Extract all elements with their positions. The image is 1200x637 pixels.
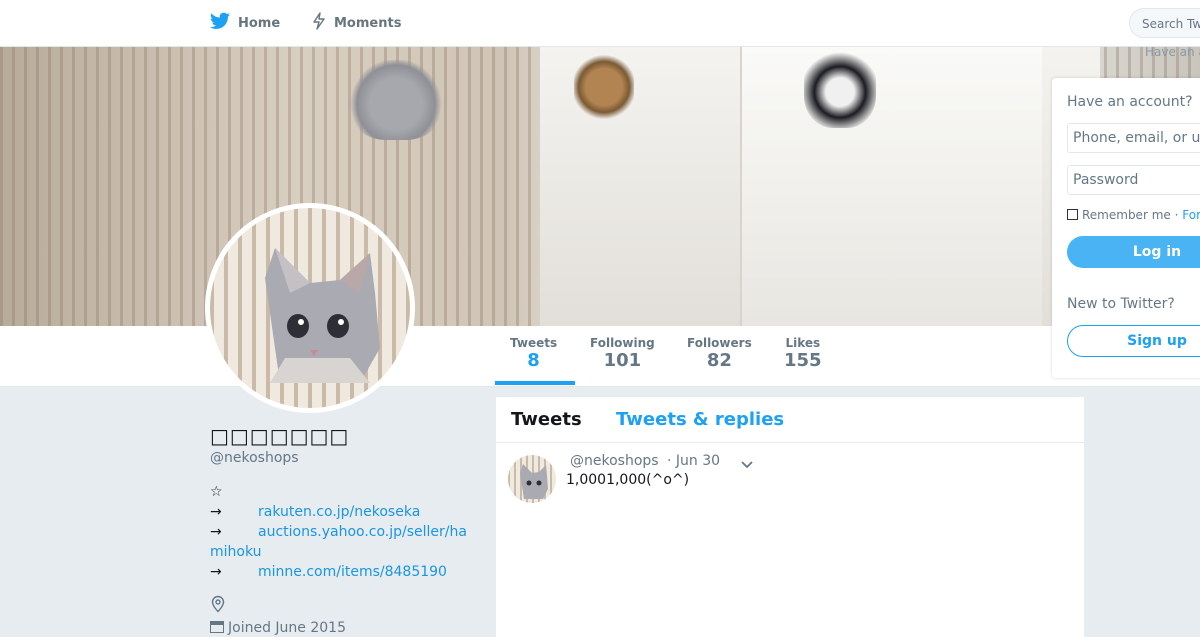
timeline: Tweets Tweets & replies @nekoshops · Jun…: [496, 397, 1084, 637]
stat-following-label: Following: [590, 336, 655, 350]
forgot-password-link[interactable]: Forg: [1182, 208, 1200, 222]
signup-button[interactable]: Sign up: [1067, 325, 1200, 357]
profile-name: □□□□□□□: [210, 424, 350, 448]
banner-dog-embroidery: [574, 52, 634, 122]
location-pin-icon: [210, 595, 226, 617]
stat-followers-label: Followers: [687, 336, 752, 350]
bio-link-rakuten[interactable]: rakuten.co.jp/nekoseka: [258, 504, 420, 520]
remember-separator: ·: [1174, 208, 1179, 222]
bio-link-minne[interactable]: minne.com/items/8485190: [258, 564, 447, 580]
password-input[interactable]: Password: [1067, 165, 1200, 195]
stat-following[interactable]: Following 101: [590, 336, 655, 372]
timeline-tabs: Tweets Tweets & replies: [496, 397, 1084, 443]
tweet-date[interactable]: · Jun 30: [667, 453, 720, 469]
joined-text: Joined June 2015: [228, 620, 346, 636]
bio-link-line: → auctions.yahoo.co.jp/seller/hamihoku: [210, 522, 480, 562]
tab-tweets[interactable]: Tweets: [511, 409, 582, 430]
stat-likes-value: 155: [784, 350, 822, 371]
stat-tweets[interactable]: Tweets 8: [510, 336, 557, 372]
bio-link-line: → minne.com/items/8485190: [210, 562, 480, 582]
tweet-avatar[interactable]: [508, 455, 556, 503]
remember-me-row: Remember me · Forg: [1067, 208, 1200, 222]
banner-cat-embroidery-2: [804, 48, 876, 128]
stat-followers-value: 82: [706, 350, 732, 371]
nav-moments-label: Moments: [334, 15, 402, 31]
profile-handle[interactable]: @nekoshops: [210, 450, 299, 466]
new-to-twitter-text: New to Twitter?: [1067, 296, 1175, 312]
profile-banner: [0, 46, 1200, 326]
have-account-hint: Have an a: [1145, 45, 1200, 59]
profile-bio: ☆ → rakuten.co.jp/nekoseka → auctions.yaho…: [210, 482, 480, 582]
tweet-item[interactable]: @nekoshops · Jun 30 1,0001,000(^o^): [496, 443, 1084, 523]
stat-likes-label: Likes: [785, 336, 821, 350]
nav-home[interactable]: Home: [210, 0, 280, 46]
top-nav: Home Moments Search Tw: [0, 0, 1200, 47]
active-stat-underline: [495, 381, 575, 385]
login-question: Have an account?: [1067, 94, 1193, 110]
stat-following-value: 101: [603, 350, 642, 371]
stat-followers[interactable]: Followers 82: [687, 336, 752, 372]
banner-shirt-white-2: [740, 46, 1042, 326]
tweet-text: 1,0001,000(^o^): [566, 472, 690, 488]
avatar-image: [210, 208, 410, 408]
joined-date: Joined June 2015: [210, 620, 346, 636]
tab-tweets-replies[interactable]: Tweets & replies: [616, 409, 784, 430]
arrow-icon: →: [210, 504, 222, 520]
remember-me-checkbox[interactable]: [1067, 209, 1078, 220]
calendar-icon: [210, 621, 224, 633]
chevron-down-icon[interactable]: [740, 455, 754, 474]
twitter-bird-icon: [210, 12, 238, 34]
login-card: Have an account? Phone, email, or u Pass…: [1052, 78, 1200, 378]
profile-nav-bar: Tweets 8 Following 101 Followers 82 Like…: [0, 326, 1200, 387]
arrow-icon: →: [210, 524, 222, 540]
arrow-icon: →: [210, 564, 222, 580]
tweet-handle[interactable]: @nekoshops: [570, 453, 659, 469]
login-button[interactable]: Log in: [1067, 236, 1200, 268]
profile-avatar[interactable]: [205, 203, 415, 413]
username-input[interactable]: Phone, email, or u: [1067, 123, 1200, 153]
bio-star: ☆: [210, 484, 223, 500]
stat-tweets-label: Tweets: [510, 336, 558, 350]
nav-home-label: Home: [238, 15, 281, 31]
nav-moments[interactable]: Moments: [312, 0, 401, 46]
stat-likes[interactable]: Likes 155: [784, 336, 822, 372]
avatar-cat-embroidery: [265, 248, 380, 383]
bio-link-line: → rakuten.co.jp/nekoseka: [210, 502, 480, 522]
lightning-icon: [312, 12, 334, 34]
stat-tweets-value: 8: [527, 350, 540, 371]
remember-me-label[interactable]: Remember me: [1082, 208, 1171, 222]
banner-cat-embroidery-1: [348, 60, 444, 140]
search-input[interactable]: Search Tw: [1129, 8, 1200, 38]
